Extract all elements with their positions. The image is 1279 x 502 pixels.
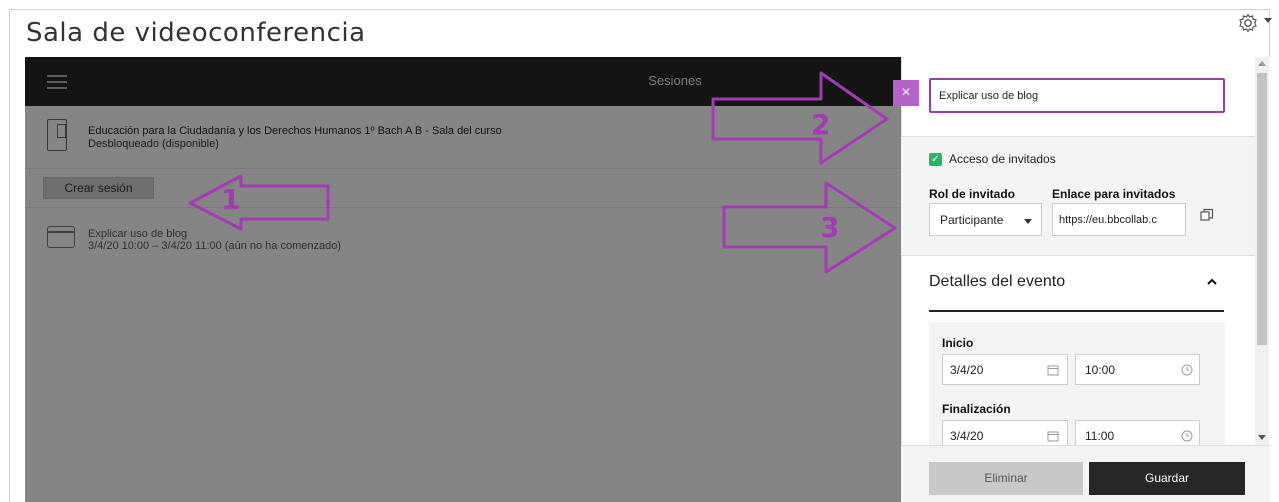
annotation-arrow-2 (711, 71, 889, 165)
annotation-label-2: 2 (811, 108, 831, 141)
annotation-arrow-3 (722, 181, 897, 274)
annotation-label-3: 3 (820, 211, 840, 244)
annotation-arrows (188, 71, 897, 274)
annotation-arrow-1 (188, 174, 330, 231)
annotation-label-1: 1 (221, 183, 241, 216)
